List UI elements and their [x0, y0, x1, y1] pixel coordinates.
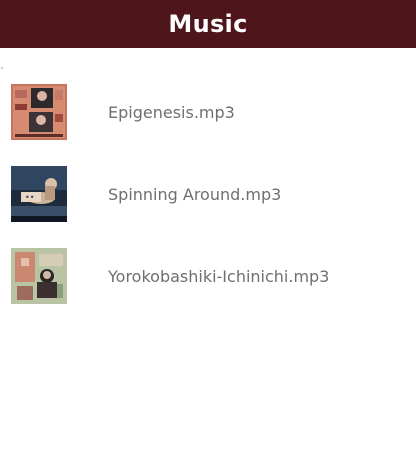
app-title-bar: Music — [0, 0, 416, 48]
song-title: Spinning Around.mp3 — [108, 184, 282, 204]
song-title: Epigenesis.mp3 — [108, 102, 235, 122]
album-art-icon: •• — [11, 166, 67, 222]
list-item-epigenesis[interactable]: Epigenesis.mp3 — [0, 76, 416, 148]
album-art-icon — [11, 248, 67, 304]
list-item-yorokobashiki[interactable]: Yorokobashiki-Ichinichi.mp3 — [0, 240, 416, 312]
page-title: Music — [168, 10, 248, 38]
song-title: Yorokobashiki-Ichinichi.mp3 — [108, 266, 330, 286]
svg-text:••: •• — [25, 193, 34, 202]
divider — [1, 67, 3, 69]
list-item-spinning-around[interactable]: •• Spinning Around.mp3 — [0, 158, 416, 230]
album-art-icon — [11, 84, 67, 140]
